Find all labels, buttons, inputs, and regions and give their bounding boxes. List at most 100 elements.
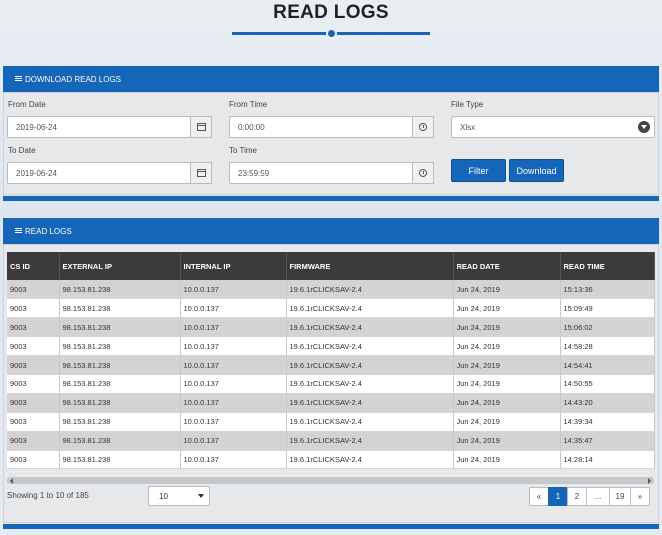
pagination-page-button[interactable]: 2 bbox=[567, 487, 587, 506]
table-cell: 10.0.0.137 bbox=[180, 374, 287, 394]
from-date-label: From Date bbox=[8, 100, 46, 109]
table-cell: 98.153.81.238 bbox=[59, 298, 181, 319]
clock-icon bbox=[419, 169, 427, 177]
table-row[interactable]: 9003 98.153.81.238 10.0.0.137 19.6.1rCLICKS… bbox=[7, 280, 655, 300]
table-cell: 14:28:14 bbox=[560, 450, 655, 470]
read-logs-panel-header: READ LOGS bbox=[3, 218, 659, 244]
column-header[interactable]: CS ID bbox=[7, 252, 60, 280]
column-header[interactable]: INTERNAL IP bbox=[180, 252, 287, 280]
table-cell: 9003 bbox=[7, 317, 60, 338]
filter-button[interactable]: Filter bbox=[451, 159, 506, 182]
table-cell: Jun 24, 2019 bbox=[453, 298, 561, 319]
to-date-input[interactable]: 2019-06-24 bbox=[7, 162, 191, 184]
table-cell: 14:50:55 bbox=[560, 374, 655, 394]
table-cell: 9003 bbox=[7, 450, 60, 470]
table-cell: 9003 bbox=[7, 280, 60, 300]
table-cell: 19.6.1rCLICKSAV-2.4 bbox=[286, 412, 454, 432]
chevron-down-icon bbox=[638, 121, 650, 133]
table-cell: 19.6.1rCLICKSAV-2.4 bbox=[286, 431, 454, 451]
page-size-value: 10 bbox=[159, 491, 168, 501]
table-cell: 10.0.0.137 bbox=[180, 412, 287, 432]
column-header[interactable]: READ DATE bbox=[453, 252, 561, 280]
to-time-input[interactable]: 23:59:59 bbox=[229, 162, 413, 184]
table-cell: 98.153.81.238 bbox=[59, 393, 181, 413]
table-row[interactable]: 9003 98.153.81.238 10.0.0.137 19.6.1rCLICKS… bbox=[7, 393, 655, 413]
pagination-prev-button[interactable]: « bbox=[529, 487, 549, 506]
table-header-row: CS ID EXTERNAL IP INTERNAL IP FIRMWARE R… bbox=[7, 252, 655, 280]
list-icon bbox=[15, 228, 22, 234]
table-cell: Jun 24, 2019 bbox=[453, 431, 561, 451]
table-cell: 14:39:34 bbox=[560, 412, 655, 432]
horizontal-scrollbar[interactable] bbox=[7, 477, 654, 484]
table-cell: 10.0.0.137 bbox=[180, 431, 287, 451]
from-time-clock-button[interactable] bbox=[412, 116, 434, 138]
page-size-select[interactable]: 10 bbox=[148, 486, 210, 506]
download-panel-header: DOWNLOAD READ LOGS bbox=[3, 66, 659, 92]
table-row[interactable]: 9003 98.153.81.238 10.0.0.137 19.6.1rCLICKS… bbox=[7, 298, 655, 319]
table-cell: 14:58:28 bbox=[560, 336, 655, 357]
download-panel-title: DOWNLOAD READ LOGS bbox=[25, 74, 122, 84]
title-underline-dot bbox=[326, 28, 337, 39]
table-cell: 19.6.1rCLICKSAV-2.4 bbox=[286, 374, 454, 394]
table-cell: 19.6.1rCLICKSAV-2.4 bbox=[286, 393, 454, 413]
pagination: «1 2... 19» bbox=[529, 487, 650, 506]
scroll-right-icon[interactable] bbox=[648, 478, 651, 484]
table-cell: 19.6.1rCLICKSAV-2.4 bbox=[286, 280, 454, 300]
table-cell: Jun 24, 2019 bbox=[453, 412, 561, 432]
table-cell: 19.6.1rCLICKSAV-2.4 bbox=[286, 317, 454, 338]
table-cell: Jun 24, 2019 bbox=[453, 393, 561, 413]
table-row[interactable]: 9003 98.153.81.238 10.0.0.137 19.6.1rCLICKS… bbox=[7, 431, 655, 451]
to-time-label: To Time bbox=[229, 146, 258, 155]
table-cell: Jun 24, 2019 bbox=[453, 374, 561, 394]
table-row[interactable]: 9003 98.153.81.238 10.0.0.137 19.6.1rCLICKS… bbox=[7, 412, 655, 432]
table-cell: 9003 bbox=[7, 412, 60, 432]
table-cell: 9003 bbox=[7, 298, 60, 319]
table-cell: 10.0.0.137 bbox=[180, 317, 287, 338]
table-cell: Jun 24, 2019 bbox=[453, 336, 561, 357]
table-cell: 9003 bbox=[7, 431, 60, 451]
file-type-select[interactable]: Xlsx bbox=[451, 116, 655, 138]
calendar-icon bbox=[196, 169, 206, 177]
from-time-input[interactable]: 0:00:00 bbox=[229, 116, 413, 138]
scroll-left-icon[interactable] bbox=[10, 478, 13, 484]
from-date-calendar-button[interactable] bbox=[190, 116, 212, 138]
showing-entries-text: Showing 1 to 10 of 185 bbox=[7, 491, 89, 500]
to-date-calendar-button[interactable] bbox=[190, 162, 212, 184]
table-cell: 15:13:36 bbox=[560, 280, 655, 300]
table-row[interactable]: 9003 98.153.81.238 10.0.0.137 19.6.1rCLICKS… bbox=[7, 450, 655, 470]
table-cell: 98.153.81.238 bbox=[59, 431, 181, 451]
column-header[interactable]: FIRMWARE bbox=[286, 252, 454, 280]
pagination-next-button[interactable]: » bbox=[630, 487, 650, 506]
table-cell: 9003 bbox=[7, 393, 60, 413]
to-time-clock-button[interactable] bbox=[412, 162, 434, 184]
table-cell: 15:06:02 bbox=[560, 317, 655, 338]
table-row[interactable]: 9003 98.153.81.238 10.0.0.137 19.6.1rCLICKS… bbox=[7, 317, 655, 338]
table-cell: Jun 24, 2019 bbox=[453, 317, 561, 338]
file-type-label: File Type bbox=[451, 100, 484, 109]
table-cell: 9003 bbox=[7, 336, 60, 357]
table-cell: 19.6.1rCLICKSAV-2.4 bbox=[286, 355, 454, 375]
table-cell: 10.0.0.137 bbox=[180, 450, 287, 470]
column-header[interactable]: EXTERNAL IP bbox=[59, 252, 181, 280]
table-cell: 98.153.81.238 bbox=[59, 355, 181, 375]
table-cell: 9003 bbox=[7, 374, 60, 394]
file-type-value: Xlsx bbox=[460, 122, 476, 132]
table-cell: 19.6.1rCLICKSAV-2.4 bbox=[286, 336, 454, 357]
table-row[interactable]: 9003 98.153.81.238 10.0.0.137 19.6.1rCLICKS… bbox=[7, 374, 655, 394]
table-cell: 19.6.1rCLICKSAV-2.4 bbox=[286, 450, 454, 470]
table-row[interactable]: 9003 98.153.81.238 10.0.0.137 19.6.1rCLICKS… bbox=[7, 355, 655, 375]
table-cell: 10.0.0.137 bbox=[180, 393, 287, 413]
pagination-page-button[interactable]: 1 bbox=[548, 487, 568, 506]
table-cell: 98.153.81.238 bbox=[59, 336, 181, 357]
table-row[interactable]: 9003 98.153.81.238 10.0.0.137 19.6.1rCLICKS… bbox=[7, 336, 655, 357]
download-button[interactable]: Download bbox=[509, 159, 564, 182]
table-cell: 98.153.81.238 bbox=[59, 374, 181, 394]
chevron-down-icon bbox=[198, 494, 204, 498]
pagination-page-button[interactable]: 19 bbox=[609, 487, 631, 506]
table-cell: 19.6.1rCLICKSAV-2.4 bbox=[286, 298, 454, 319]
read-logs-table: CS ID EXTERNAL IP INTERNAL IP FIRMWARE R… bbox=[7, 252, 655, 470]
table-cell: 10.0.0.137 bbox=[180, 298, 287, 319]
column-header[interactable]: READ TIME bbox=[560, 252, 655, 280]
list-icon bbox=[15, 76, 22, 82]
from-date-input[interactable]: 2019-06-24 bbox=[7, 116, 191, 138]
